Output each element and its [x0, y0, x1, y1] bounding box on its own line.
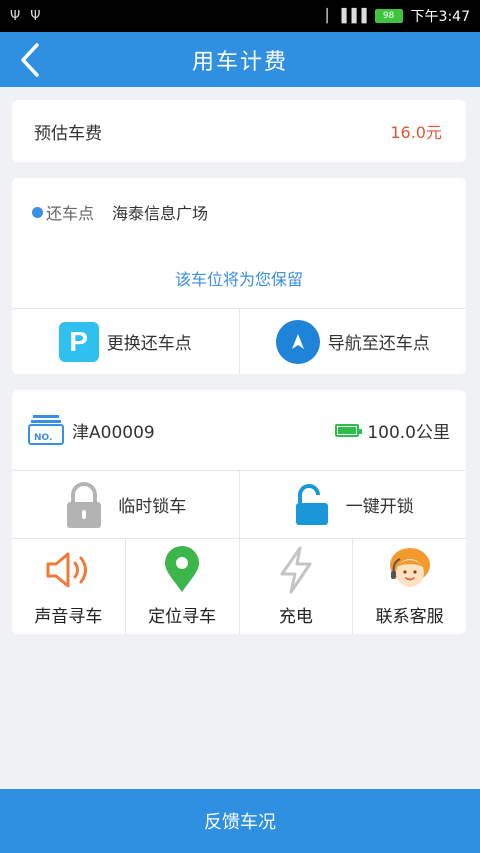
app-header: 用车计费 [0, 32, 480, 87]
location-pin-icon [165, 546, 200, 592]
navigate-return-point-button[interactable]: 导航至还车点 [238, 309, 467, 374]
usb-debug-icon: Ψ [30, 8, 41, 24]
locate-find-label: 定位寻车 [148, 607, 217, 627]
plate-info: NO. 津A00009 [28, 414, 155, 446]
unlock-button[interactable]: 一键开锁 [238, 471, 467, 538]
temp-lock-label: 临时锁车 [118, 497, 187, 517]
return-point-card: 还车点 海泰信息广场 该车位将为您保留 P 更换还车点 导航至还车点 [12, 178, 466, 374]
unlock-label: 一键开锁 [345, 497, 414, 517]
status-time: 下午3:47 [410, 9, 470, 25]
range-info: 100.0公里 [335, 418, 450, 443]
range-value: 100.0公里 [367, 422, 450, 443]
signal-icon: ▏▐▐▐ [326, 8, 367, 24]
back-button[interactable] [10, 40, 50, 80]
speaker-icon [46, 552, 88, 588]
plate-badge: NO. [34, 433, 53, 443]
charge-label: 充电 [278, 607, 313, 627]
page-title: 用车计费 [191, 49, 288, 75]
unlock-icon [295, 483, 328, 525]
back-arrow-icon [21, 43, 39, 77]
service-agent-icon [389, 548, 430, 587]
return-point-label: 还车点 [46, 204, 95, 223]
change-return-point-label: 更换还车点 [106, 334, 192, 354]
fee-label: 预估车费 [34, 123, 102, 144]
fee-value: 16.0元 [390, 123, 442, 142]
temp-lock-button[interactable]: 临时锁车 [12, 471, 239, 538]
navigation-arrow-icon [275, 319, 320, 364]
lock-icon [67, 481, 102, 528]
usb-icon: Ψ [10, 8, 21, 24]
return-actions: P 更换还车点 导航至还车点 [12, 308, 466, 374]
return-dot-icon [32, 206, 43, 218]
contact-service-label: 联系客服 [375, 607, 444, 627]
plate-number: 津A00009 [72, 422, 155, 443]
sound-find-label: 声音寻车 [34, 607, 103, 627]
battery-icon: 98 [374, 9, 403, 23]
locate-find-button[interactable]: 定位寻车 [124, 539, 239, 634]
return-point-place: 海泰信息广场 [112, 204, 209, 223]
car-card: NO. 津A00009 100.0公里 临时锁车 一键开锁 声音寻车 定位寻车 … [12, 390, 466, 634]
lock-row: 临时锁车 一键开锁 [12, 470, 466, 538]
tool-row: 声音寻车 定位寻车 充电 联系客服 [12, 538, 466, 634]
feedback-button[interactable]: 反馈车况 [0, 789, 480, 853]
lightning-icon [280, 546, 312, 594]
status-bar: Ψ Ψ ▏▐▐▐ 98 下午3:47 [0, 0, 480, 32]
sound-find-button[interactable]: 声音寻车 [12, 539, 125, 634]
parking-icon: P [58, 321, 99, 362]
battery-level-icon [335, 423, 363, 437]
contact-service-button[interactable]: 联系客服 [352, 539, 466, 634]
charge-button[interactable]: 充电 [238, 539, 353, 634]
car-info-row: NO. 津A00009 100.0公里 [12, 390, 466, 470]
fee-card: 预估车费 16.0元 [12, 100, 466, 162]
reserve-note: 该车位将为您保留 [174, 270, 303, 289]
navigate-return-point-label: 导航至还车点 [327, 334, 430, 354]
change-return-point-button[interactable]: P 更换还车点 [12, 309, 239, 374]
return-point-row: 还车点 海泰信息广场 [32, 200, 208, 224]
